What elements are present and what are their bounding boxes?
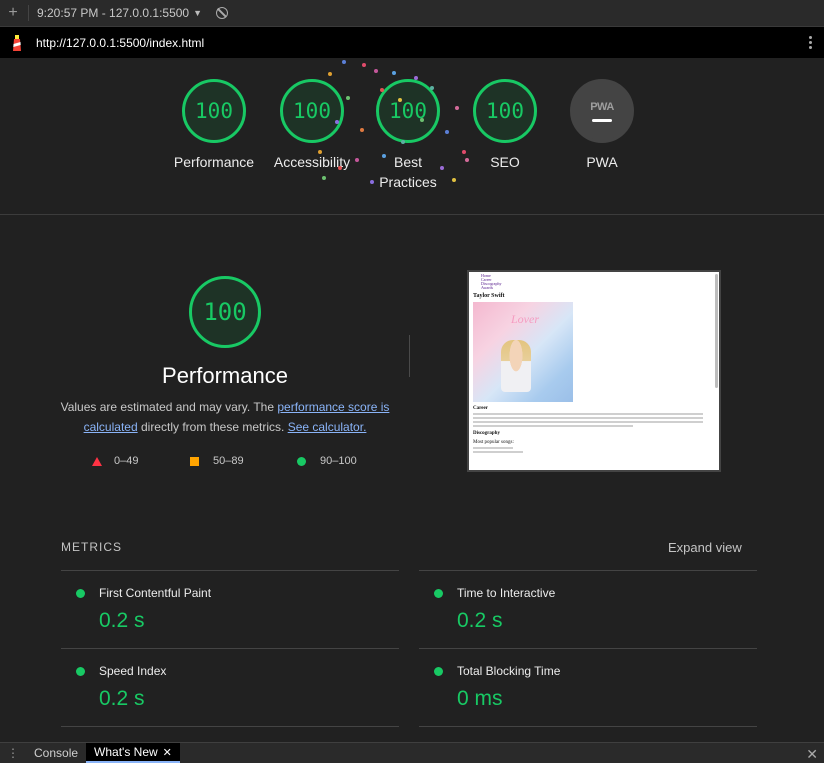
legend-fail-label: 0–49: [114, 455, 139, 467]
thumbnail-scrollbar: [715, 274, 718, 388]
performance-score: 100: [203, 298, 247, 326]
gauge-label: PWA: [586, 154, 618, 170]
metric-name: First Contentful Paint: [99, 586, 212, 600]
chevron-down-icon[interactable]: ▼: [193, 8, 202, 18]
performance-title: Performance: [162, 363, 288, 388]
divider: [409, 335, 410, 377]
more-options-icon[interactable]: [809, 36, 812, 51]
square-icon: [190, 456, 199, 466]
text-line: [473, 421, 703, 423]
gauge-seo[interactable]: 100 SEO: [455, 79, 555, 172]
score-value: 100: [486, 99, 524, 123]
lighthouse-logo-icon: [13, 34, 21, 51]
new-report-icon[interactable]: +: [0, 4, 26, 22]
metric-time-to-interactive: Time to Interactive 0.2 s: [419, 570, 757, 649]
devtools-topbar: + 9:20:57 PM - 127.0.0.1:5500 ▼: [0, 0, 824, 27]
nav-item: Awards: [481, 285, 494, 290]
thumbnail-subtitle: Most popular songs:: [473, 440, 514, 445]
thumbnail-section-title: Discography: [473, 431, 500, 436]
score-ring: 100: [280, 79, 344, 143]
legend-average-label: 50–89: [213, 455, 244, 467]
tab-label: What's New: [94, 745, 158, 759]
expand-view-button[interactable]: Expand view: [668, 540, 742, 555]
pwa-badge-icon: PWA: [570, 79, 634, 143]
gauge-label: SEO: [490, 154, 520, 170]
text-line: [473, 447, 513, 449]
tab-whats-new[interactable]: What's New ✕: [86, 743, 180, 763]
lighthouse-url-bar: http://127.0.0.1:5500/index.html: [0, 27, 824, 58]
metrics-header: METRICS: [61, 540, 122, 554]
score-value: 100: [293, 99, 331, 123]
divider: [419, 726, 757, 727]
legend-pass: 90–100: [297, 455, 357, 467]
page-screenshot-thumbnail[interactable]: Home Career Discography Awards Taylor Sw…: [467, 270, 721, 472]
gauge-performance[interactable]: 100 Performance: [164, 79, 264, 172]
portrait-figure: [501, 340, 531, 392]
metric-name: Time to Interactive: [457, 586, 556, 600]
score-ring: 100: [473, 79, 537, 143]
legend-pass-label: 90–100: [320, 455, 357, 467]
metric-value: 0 ms: [457, 687, 503, 710]
gauge-pwa[interactable]: PWA PWA: [552, 79, 652, 172]
circle-icon: [297, 456, 306, 466]
description-text: directly from these metrics.: [137, 420, 288, 434]
thumbnail-nav: Home Career Discography Awards: [473, 274, 711, 290]
divider: [28, 5, 29, 21]
score-gauges: 100 Performance 100 Accessibility 100 Be…: [0, 58, 824, 215]
pwa-dash-icon: [592, 118, 612, 122]
metric-first-contentful-paint: First Contentful Paint 0.2 s: [61, 570, 399, 649]
thumbnail-section-title: Career: [473, 406, 488, 411]
performance-description: Values are estimated and may vary. The p…: [60, 397, 390, 437]
description-text: Values are estimated and may vary. The: [60, 400, 278, 414]
metric-name: Total Blocking Time: [457, 664, 561, 678]
metric-name: Speed Index: [99, 664, 167, 678]
performance-gauge: 100: [189, 276, 261, 348]
text-line: [473, 451, 523, 453]
pass-circle-icon: [76, 667, 85, 676]
legend-fail: 0–49: [92, 455, 138, 467]
clear-icon[interactable]: [216, 7, 229, 19]
gauge-accessibility[interactable]: 100 Accessibility: [262, 79, 362, 172]
close-drawer-icon[interactable]: ✕: [806, 746, 818, 763]
pwa-badge-text: PWA: [590, 100, 614, 113]
metric-value: 0.2 s: [99, 609, 145, 632]
metric-total-blocking-time: Total Blocking Time 0 ms: [419, 648, 757, 727]
see-calculator-link[interactable]: See calculator.: [288, 420, 367, 434]
pass-circle-icon: [434, 667, 443, 676]
performance-section: 100 Performance Values are estimated and…: [0, 215, 824, 525]
pass-circle-icon: [434, 589, 443, 598]
text-line: [473, 425, 633, 427]
pass-circle-icon: [76, 589, 85, 598]
drawer-menu-icon[interactable]: ⋮: [0, 746, 26, 760]
tab-console[interactable]: Console: [26, 743, 86, 763]
close-tab-icon[interactable]: ✕: [163, 746, 172, 759]
legend-average: 50–89: [190, 455, 244, 467]
gauge-best-practices[interactable]: 100 Best Practices: [358, 79, 458, 192]
gauge-label: Accessibility: [273, 154, 351, 170]
gauge-label: Best Practices: [379, 154, 437, 190]
metric-value: 0.2 s: [99, 687, 145, 710]
score-ring: 100: [182, 79, 246, 143]
devtools-drawer: ⋮ Console What's New ✕ ✕: [0, 742, 824, 763]
triangle-icon: [92, 456, 102, 466]
page-url[interactable]: http://127.0.0.1:5500/index.html: [36, 36, 204, 50]
thumbnail-heading: Taylor Swift: [473, 293, 505, 299]
thumbnail-content: Home Career Discography Awards Taylor Sw…: [473, 274, 711, 464]
album-cover-image: Lover: [473, 302, 573, 402]
text-line: [473, 413, 703, 415]
score-value: 100: [195, 99, 233, 123]
metric-speed-index: Speed Index 0.2 s: [61, 648, 399, 727]
text-line: [473, 417, 703, 419]
divider: [61, 726, 399, 727]
album-title-text: Lover: [511, 312, 539, 326]
metric-value: 0.2 s: [457, 609, 503, 632]
report-selector[interactable]: 9:20:57 PM - 127.0.0.1:5500: [37, 6, 189, 20]
gauge-label: Performance: [173, 154, 255, 170]
